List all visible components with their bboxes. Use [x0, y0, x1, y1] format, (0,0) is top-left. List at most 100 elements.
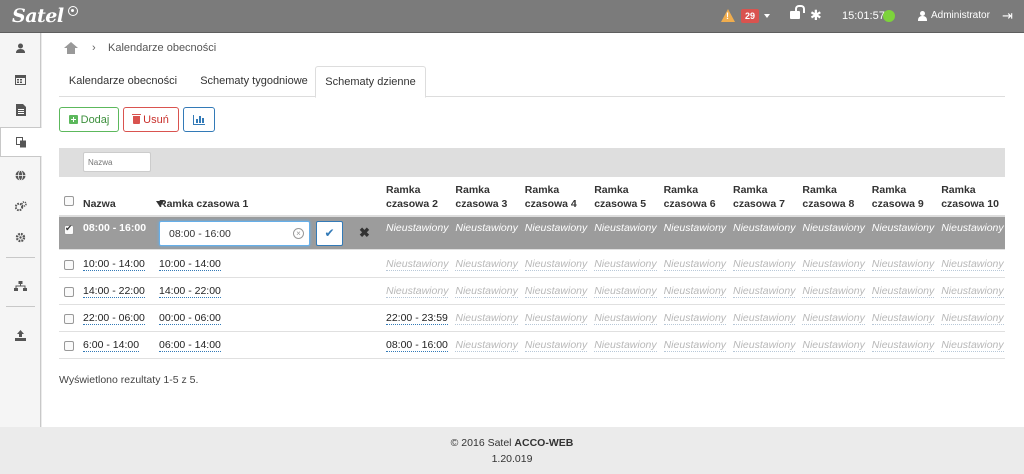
column-header-frame-5[interactable]: Ramka czasowa 5 — [594, 183, 646, 211]
row-frame-10[interactable]: Nieustawiony — [941, 312, 1004, 325]
row-frame-5[interactable]: Nieustawiony — [594, 258, 657, 271]
row-frame-5[interactable]: Nieustawiony — [594, 285, 657, 298]
table-row[interactable]: 10:00 - 14:00 10:00 - 14:00 Nieustawiony Ni… — [59, 251, 1005, 278]
table-row[interactable]: 6:00 - 14:00 06:00 - 14:00 08:00 - 16:00 Ni… — [59, 332, 1005, 359]
row-frame-1[interactable]: 10:00 - 14:00 — [159, 258, 221, 271]
row-frame-9[interactable]: Nieustawiony — [871, 312, 935, 325]
clear-icon[interactable]: × — [293, 228, 304, 239]
row-frame-3[interactable]: Nieustawiony — [455, 312, 518, 325]
row-name-link[interactable]: 22:00 - 06:00 — [83, 312, 145, 325]
table-row[interactable]: 08:00 - 16:00 08:00 - 16:00 × ✔ ✖ Nieustawion… — [59, 217, 1005, 250]
row-frame-9[interactable]: Nieustawiony — [871, 339, 935, 352]
row-frame-8[interactable]: Nieustawiony — [802, 258, 865, 271]
tab-daily-schemas[interactable]: Schematy dzienne — [315, 66, 426, 98]
table-row[interactable]: 22:00 - 06:00 00:00 - 06:00 22:00 - 23:59 N… — [59, 305, 1005, 332]
row-frame-1[interactable]: 14:00 - 22:00 — [159, 285, 221, 298]
logout-icon[interactable]: ⇥ — [1002, 9, 1013, 22]
row-checkbox[interactable] — [64, 260, 74, 270]
column-header-frame-2[interactable]: Ramka czasowa 2 — [386, 183, 438, 211]
table-row[interactable]: 14:00 - 22:00 14:00 - 22:00 Nieustawiony Ni… — [59, 278, 1005, 305]
row-frame-6[interactable]: Nieustawiony — [663, 258, 727, 271]
row-frame-4[interactable]: Nieustawiony — [524, 285, 588, 298]
row-frame-5[interactable]: Nieustawiony — [594, 339, 657, 352]
row-frame-9[interactable]: Nieustawiony — [871, 258, 935, 271]
row-frame-7[interactable]: Nieustawiony — [733, 258, 796, 271]
tab-weekly-schemas[interactable]: Schematy tygodniowe — [190, 66, 318, 97]
row-frame-5[interactable]: Nieustawiony — [594, 222, 656, 234]
unlock-icon[interactable] — [790, 5, 805, 19]
row-frame-6[interactable]: Nieustawiony — [664, 222, 726, 234]
row-frame-1[interactable]: 00:00 - 06:00 — [159, 312, 221, 325]
sidebar-item-calendar[interactable] — [0, 64, 41, 94]
row-frame-4[interactable]: Nieustawiony — [524, 339, 588, 352]
name-filter-input[interactable] — [83, 152, 151, 172]
alarm-count-badge[interactable]: 29 — [741, 9, 760, 23]
row-name-link[interactable]: 10:00 - 14:00 — [83, 258, 145, 271]
sidebar-item-upload[interactable] — [0, 320, 41, 350]
sidebar-item-devices[interactable] — [0, 191, 41, 221]
row-frame-7[interactable]: Nieustawiony — [733, 285, 796, 298]
row-frame-7[interactable]: Nieustawiony — [733, 339, 796, 352]
row-frame-8[interactable]: Nieustawiony — [802, 312, 865, 325]
row-frame-1[interactable]: 06:00 - 14:00 — [159, 339, 221, 352]
row-frame-6[interactable]: Nieustawiony — [663, 285, 727, 298]
asterisk-icon[interactable]: ✱ — [810, 8, 822, 22]
confirm-edit-button[interactable]: ✔ — [316, 221, 343, 246]
row-frame-2[interactable]: 08:00 - 16:00 — [386, 339, 448, 352]
user-name[interactable]: Administrator — [931, 10, 990, 21]
column-header-frame-8[interactable]: Ramka czasowa 8 — [802, 183, 854, 211]
chart-button[interactable] — [183, 107, 215, 132]
column-header-frame-1[interactable]: Ramka czasowa 1 — [159, 197, 248, 211]
row-frame-3[interactable]: Nieustawiony — [455, 285, 518, 298]
chevron-down-icon[interactable] — [764, 14, 770, 18]
sidebar-item-network[interactable] — [0, 160, 41, 190]
row-frame-2[interactable]: Nieustawiony — [386, 285, 449, 298]
satel-logo[interactable]: Satel — [12, 5, 64, 27]
sidebar-item-documents[interactable] — [0, 95, 41, 125]
row-frame-3[interactable]: Nieustawiony — [455, 258, 518, 271]
row-frame-6[interactable]: Nieustawiony — [663, 312, 727, 325]
row-frame-4[interactable]: Nieustawiony — [524, 312, 588, 325]
row-name-link[interactable]: 14:00 - 22:00 — [83, 285, 145, 298]
row-frame-10[interactable]: Nieustawiony — [941, 285, 1004, 298]
add-button[interactable]: Dodaj — [59, 107, 119, 132]
select-all-checkbox[interactable] — [64, 196, 74, 206]
column-header-frame-6[interactable]: Ramka czasowa 6 — [664, 183, 716, 211]
row-frame-9[interactable]: Nieustawiony — [872, 222, 934, 234]
row-name-link[interactable]: 6:00 - 14:00 — [83, 339, 140, 352]
row-frame-8[interactable]: Nieustawiony — [802, 222, 864, 234]
home-icon[interactable] — [64, 42, 78, 54]
frame-1-edit-input[interactable]: 08:00 - 16:00 × — [159, 221, 310, 246]
row-frame-9[interactable]: Nieustawiony — [871, 285, 935, 298]
column-header-frame-3[interactable]: Ramka czasowa 3 — [455, 183, 507, 211]
column-header-frame-4[interactable]: Ramka czasowa 4 — [525, 183, 577, 211]
column-header-frame-7[interactable]: Ramka czasowa 7 — [733, 183, 785, 211]
row-frame-10[interactable]: Nieustawiony — [941, 258, 1004, 271]
row-name-link[interactable]: 08:00 - 16:00 — [83, 222, 146, 234]
row-frame-6[interactable]: Nieustawiony — [663, 339, 727, 352]
column-header-name[interactable]: Nazwa — [83, 197, 116, 211]
row-frame-4[interactable]: Nieustawiony — [524, 258, 588, 271]
row-frame-3[interactable]: Nieustawiony — [455, 339, 518, 352]
sidebar-item-users[interactable] — [0, 33, 41, 63]
delete-button[interactable]: Usuń — [123, 107, 179, 132]
row-frame-10[interactable]: Nieustawiony — [941, 339, 1004, 352]
row-frame-2[interactable]: Nieustawiony — [386, 258, 449, 271]
row-checkbox[interactable] — [64, 314, 74, 324]
row-frame-2[interactable]: Nieustawiony — [386, 222, 448, 234]
warning-icon[interactable] — [721, 9, 735, 22]
sidebar-item-connections[interactable] — [0, 271, 41, 301]
cancel-edit-icon[interactable]: ✖ — [359, 225, 370, 241]
row-frame-2[interactable]: 22:00 - 23:59 — [386, 312, 448, 325]
column-header-frame-9[interactable]: Ramka czasowa 9 — [872, 183, 924, 211]
column-header-frame-10[interactable]: Ramka czasowa 10 — [941, 183, 999, 211]
tab-attendance-calendars[interactable]: Kalendarze obecności — [59, 66, 187, 97]
row-checkbox[interactable] — [64, 223, 74, 235]
row-checkbox[interactable] — [64, 287, 74, 297]
row-frame-7[interactable]: Nieustawiony — [733, 312, 796, 325]
row-frame-5[interactable]: Nieustawiony — [594, 312, 657, 325]
row-frame-8[interactable]: Nieustawiony — [802, 339, 865, 352]
sidebar-item-schedules[interactable] — [0, 127, 42, 157]
row-checkbox[interactable] — [64, 341, 74, 351]
sidebar-item-settings[interactable] — [0, 222, 41, 252]
